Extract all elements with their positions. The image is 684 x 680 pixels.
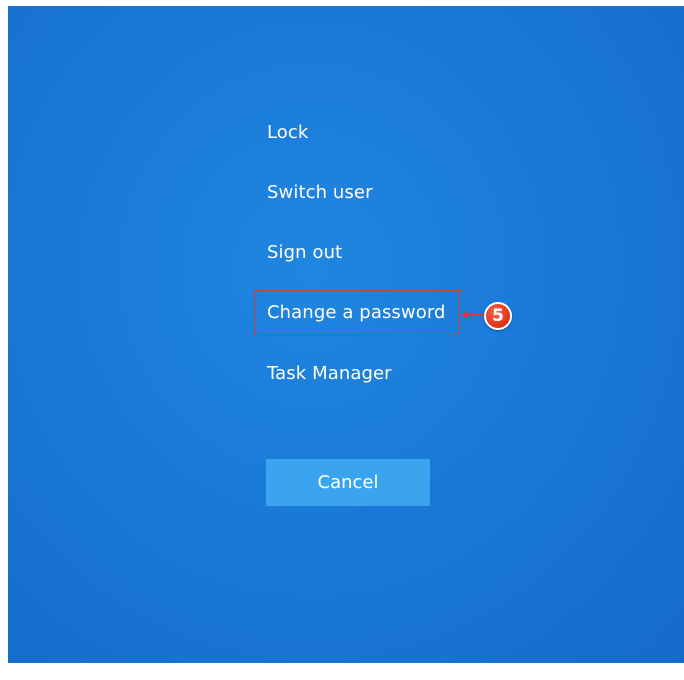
cancel-button[interactable]: Cancel: [266, 459, 430, 506]
highlight-box: [254, 290, 460, 336]
menu-item-sign-out[interactable]: Sign out: [267, 242, 342, 263]
security-options-menu: Lock Switch user Sign out Change a passw…: [8, 6, 684, 663]
step-number-badge: 5: [484, 302, 512, 330]
menu-item-task-manager[interactable]: Task Manager: [267, 363, 392, 384]
menu-item-lock[interactable]: Lock: [267, 122, 308, 143]
menu-item-switch-user[interactable]: Switch user: [267, 182, 373, 203]
callout-arrow-icon: [461, 311, 484, 319]
screenshot-frame: Lock Switch user Sign out Change a passw…: [0, 0, 684, 680]
security-options-screen: Lock Switch user Sign out Change a passw…: [8, 6, 684, 663]
